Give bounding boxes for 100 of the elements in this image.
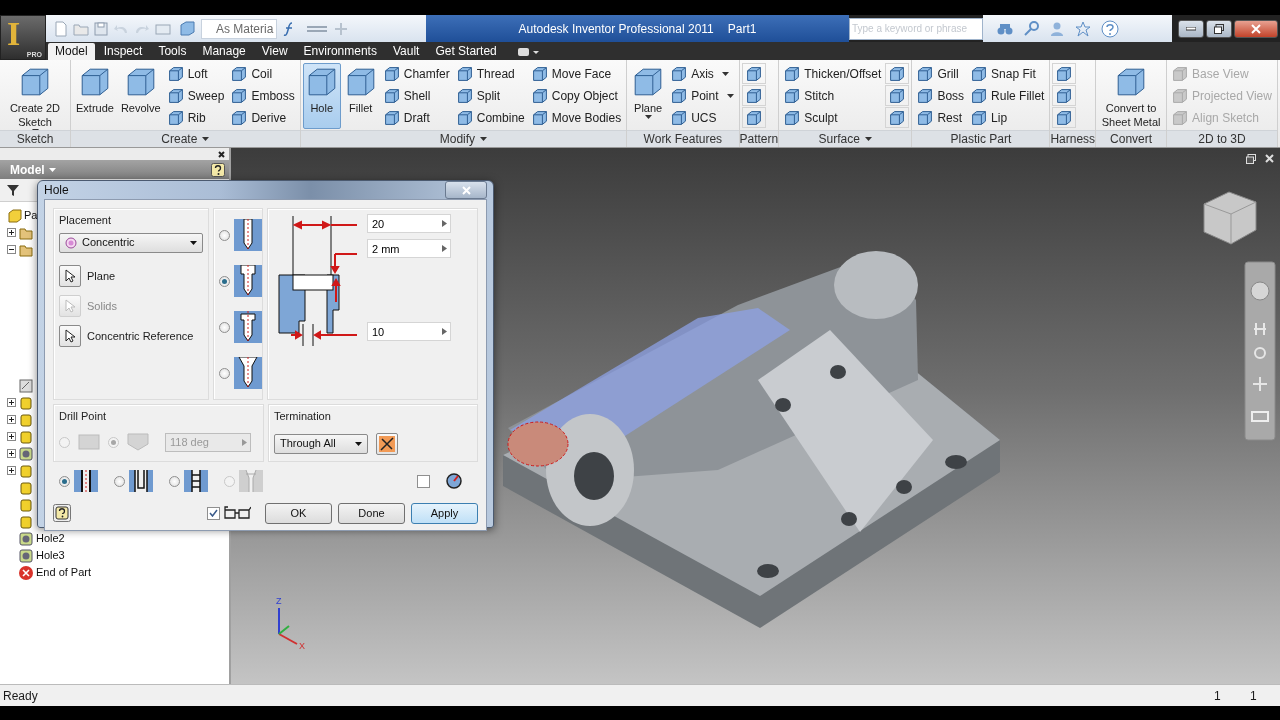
radio-button[interactable] [219,321,230,333]
select-button[interactable] [59,325,81,347]
tool-button[interactable] [885,107,910,128]
flip-button[interactable] [376,432,398,455]
ribbon-tab[interactable]: Vault [385,43,427,60]
ribbon-button[interactable]: Move Bodies [528,107,625,129]
navigation-bar-drawing[interactable] [1244,261,1276,441]
tool-button[interactable] [1052,85,1077,106]
style-dropdown[interactable]: As Materia [201,18,277,39]
star-icon[interactable] [1075,20,1091,37]
ribbon-button[interactable]: Grill [914,63,968,85]
ribbon-button[interactable]: Thread [453,63,528,85]
expander-icon[interactable] [7,432,16,441]
ribbon-tab[interactable]: Tools [151,43,194,60]
display-icon[interactable] [515,46,540,58]
direction-icon[interactable] [446,473,462,489]
tree-item[interactable]: Hole2 [36,530,65,547]
hole-type-icon [234,265,262,297]
tool-button[interactable] [885,63,910,84]
dimension-field[interactable]: 2 mm [367,239,451,258]
help-icon[interactable] [211,162,225,177]
tool-button[interactable] [741,85,766,106]
panel-title: Surface [818,131,860,148]
ribbon-tab[interactable]: Get Started [428,43,504,60]
restore-button[interactable] [1206,19,1232,38]
checkbox[interactable] [417,474,430,488]
expander-icon[interactable] [7,466,16,475]
dialog-button[interactable]: Done [338,502,405,524]
ribbon-button[interactable]: Axis [668,63,737,85]
ribbon-button[interactable]: Move Face [528,63,625,85]
tree-item[interactable]: Hole3 [36,547,65,564]
ribbon-button[interactable]: Revolve [117,63,164,129]
ribbon-button[interactable]: Coil [228,63,298,85]
radio-button[interactable] [59,475,70,487]
selector-label: Solids [87,298,117,314]
dialog-button[interactable]: OK [265,502,332,524]
dialog-button[interactable]: Apply [411,502,478,524]
ribbon-button[interactable]: Boss [914,85,968,107]
tool-button[interactable] [741,63,766,84]
ribbon-button[interactable]: Rule Fillet [968,85,1048,107]
radio-button[interactable] [169,475,180,487]
ribbon-button[interactable]: Rib [164,107,228,129]
ribbon-tab[interactable]: Model [48,43,95,60]
radio-button[interactable] [219,229,230,241]
ribbon-button[interactable]: Emboss [228,85,298,107]
ribbon-button[interactable]: Sweep [164,85,228,107]
ribbon-button[interactable]: Plane [629,63,668,129]
radio-button[interactable] [114,475,125,487]
ribbon-button[interactable]: UCS [668,107,737,129]
ribbon-button[interactable]: Derive [228,107,298,129]
filter-icon[interactable] [6,183,20,197]
ribbon-button[interactable]: Extrude [73,63,117,129]
dimension-field[interactable]: 10 [367,322,451,341]
expander-icon[interactable] [7,449,16,458]
ribbon-button[interactable]: Stitch [781,85,885,107]
ribbon-button[interactable]: Rest [914,107,968,129]
ribbon-button[interactable]: Fillet [341,63,380,129]
termination-dropdown[interactable]: Through All [274,433,368,454]
ribbon-button[interactable]: Split [453,85,528,107]
radio-button[interactable] [219,275,230,287]
ribbon-button[interactable]: Thicken/Offset [781,63,885,85]
ribbon-button[interactable]: Copy Object [528,85,625,107]
help-icon[interactable] [53,504,71,522]
ribbon-button[interactable]: Hole [302,63,341,129]
close-button[interactable] [1234,19,1278,38]
ribbon-button[interactable]: Point [668,85,737,107]
select-button[interactable] [59,265,81,287]
tool-button[interactable] [741,107,766,128]
radio-button[interactable] [219,367,230,379]
ribbon-button[interactable]: Shell [380,85,453,107]
ribbon-button[interactable]: Snap Fit [968,63,1048,85]
expander-icon[interactable] [7,245,16,254]
expander-icon[interactable] [7,228,16,237]
ribbon-tab[interactable]: View [254,43,295,60]
ribbon-tab[interactable]: Manage [195,43,253,60]
ribbon-button[interactable]: Loft [164,63,228,85]
ribbon-button[interactable]: Chamfer [380,63,453,85]
tree-item[interactable]: End of Part [36,564,92,581]
ribbon-button[interactable]: Draft [380,107,453,129]
minimize-button[interactable] [1178,19,1204,38]
tree-item[interactable]: Pa [24,207,38,224]
tool-button[interactable] [1052,63,1077,84]
caret-icon [48,167,56,172]
dimension-field[interactable]: 20 [367,214,451,233]
tool-button[interactable] [885,85,910,106]
ribbon-button[interactable]: Convert to Sheet Metal [1098,63,1165,129]
ribbon-tab[interactable]: Environments [296,43,384,60]
cube-icon[interactable] [178,20,196,37]
expander-icon[interactable] [7,415,16,424]
ribbon-button[interactable]: Lip [968,107,1048,129]
expander-icon[interactable] [7,398,16,407]
ribbon-tab[interactable]: Inspect [96,43,150,60]
close-icon[interactable] [1265,154,1274,163]
ribbon-button[interactable]: Sculpt [781,107,885,129]
tool-button[interactable] [1052,107,1077,128]
placement-dropdown[interactable]: Concentric [59,232,203,253]
ribbon-button[interactable]: Combine [453,107,528,129]
checkbox[interactable] [207,506,220,520]
binoculars-icon[interactable] [997,21,1013,36]
restore-icon[interactable] [1246,154,1256,164]
